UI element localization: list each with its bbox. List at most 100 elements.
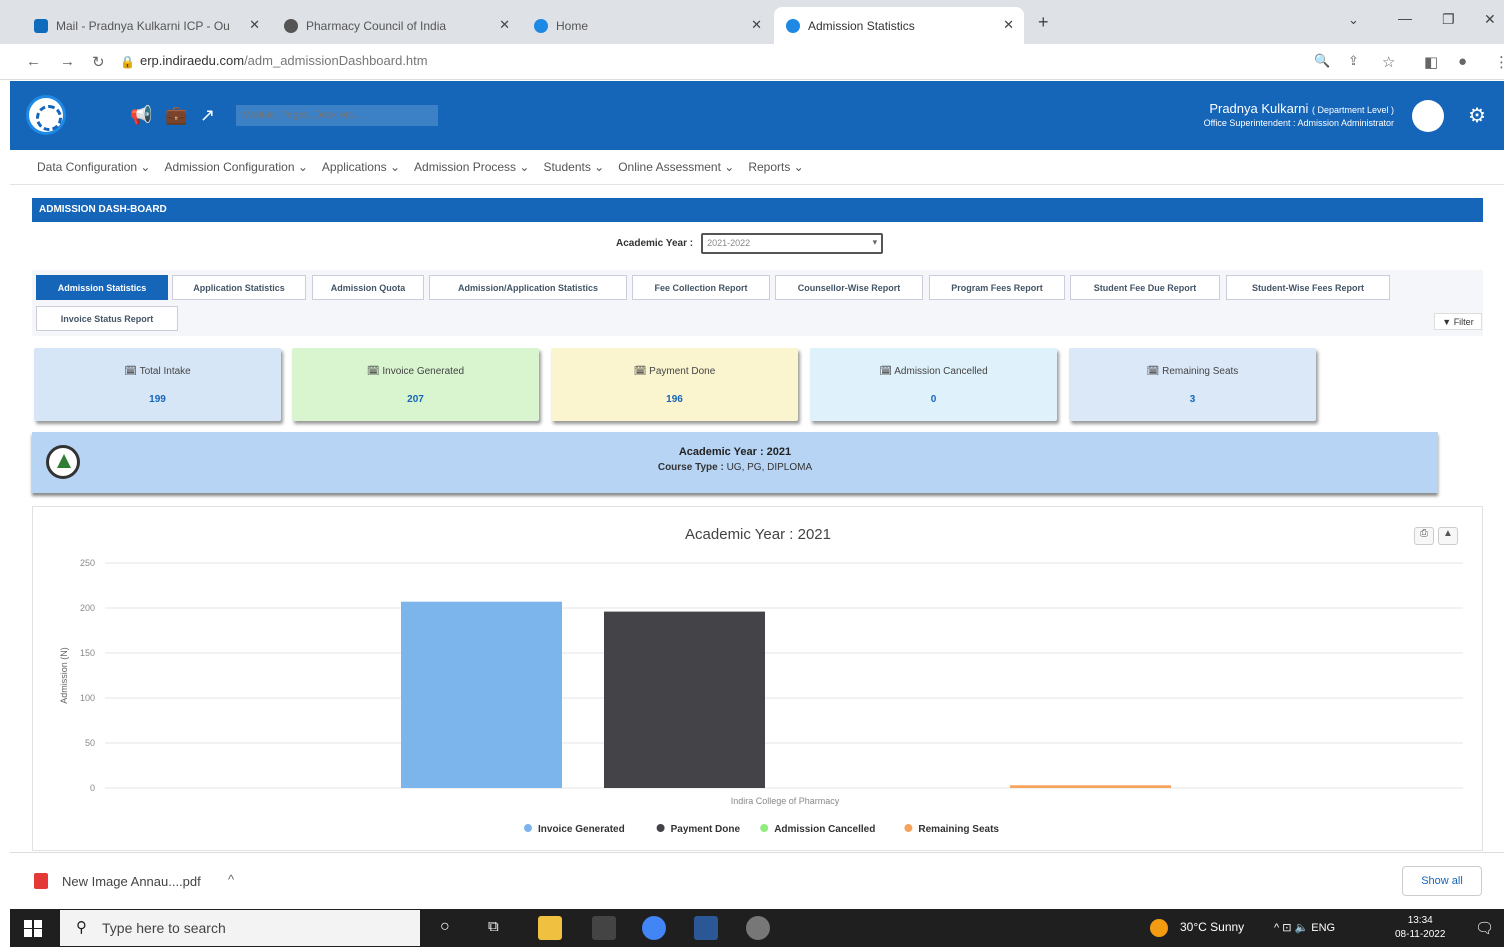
browser-tab-pci[interactable]: Pharmacy Council of India ✕ — [272, 7, 520, 44]
briefcase-icon[interactable]: 💼 — [165, 105, 187, 126]
external-link-icon[interactable]: ↗ — [200, 105, 215, 126]
browser-menu-icon[interactable]: ⋮ — [1494, 53, 1504, 71]
browser-tab-home[interactable]: Home ✕ — [522, 7, 772, 44]
legend-marker — [656, 824, 665, 832]
tab-title: Mail - Pradnya Kulkarni ICP - Ou — [56, 18, 230, 33]
zoom-icon[interactable]: 🔍 — [1314, 53, 1330, 69]
user-level: ( Department Level ) — [1311, 105, 1394, 115]
card-value: 3 — [1189, 394, 1196, 405]
weather-text[interactable]: 30°C Sunny — [1180, 920, 1244, 934]
windows-start-icon[interactable] — [24, 920, 42, 937]
user-name-text: Pradnya Kulkarni — [1209, 101, 1309, 116]
close-icon[interactable]: ✕ — [751, 17, 762, 33]
tab-student-wise-fees-report[interactable]: Student-Wise Fees Report — [1226, 275, 1390, 300]
tab-counsellor-wise-report[interactable]: Counsellor-Wise Report — [775, 275, 923, 300]
app-icon[interactable] — [592, 916, 616, 940]
clock[interactable]: 13:34 08-11-2022 — [1395, 914, 1445, 942]
print-icon[interactable]: ⎙ — [1414, 527, 1434, 545]
legend-label: Payment Done — [671, 824, 741, 835]
browser-tab-mail[interactable]: Mail - Pradnya Kulkarni ICP - Ou ✕ — [22, 7, 270, 44]
legend-marker — [904, 824, 913, 832]
module-search-input[interactable] — [236, 105, 438, 126]
task-view-icon[interactable]: ⧉ — [488, 918, 499, 935]
tab-application-statistics[interactable]: Application Statistics — [172, 275, 306, 300]
lock-icon: 🔒 — [120, 55, 135, 69]
site-icon — [534, 18, 548, 33]
dashboard-title: ADMISSION DASH-BOARD — [32, 198, 1483, 222]
user-role: Office Superintendent : Admission Admini… — [1203, 118, 1394, 128]
menu-students[interactable]: Students ⌄ — [543, 160, 604, 174]
tab-admission-statistics[interactable]: Admission Statistics — [36, 275, 168, 300]
course-type-value: UG, PG, DIPLOMA — [726, 462, 813, 473]
avatar[interactable] — [1412, 100, 1444, 132]
outlook-icon[interactable] — [694, 916, 718, 940]
share-icon[interactable]: ⇪ — [1348, 53, 1359, 69]
notification-icon[interactable]: 🗨 — [1475, 919, 1494, 937]
chrome-icon[interactable] — [642, 916, 666, 940]
browser-tab-admission[interactable]: Admission Statistics ✕ — [774, 7, 1024, 44]
show-all-button[interactable]: Show all — [1402, 866, 1482, 896]
forward-icon[interactable]: → — [60, 53, 75, 70]
y-tick-label: 100 — [80, 693, 95, 703]
legend-marker — [524, 824, 532, 832]
app-logo[interactable] — [26, 95, 66, 135]
close-icon[interactable]: ✕ — [1003, 17, 1014, 33]
y-tick-label: 150 — [80, 648, 95, 658]
mail-icon — [34, 18, 48, 33]
system-tray[interactable]: ^ ⊡ 🔈 ENG — [1274, 921, 1335, 934]
restore-icon[interactable]: ❐ — [1442, 11, 1455, 28]
menu-admission-configuration[interactable]: Admission Configuration ⌄ — [164, 160, 307, 174]
course-type-label: Course Type : — [657, 462, 724, 473]
menu-admission-process[interactable]: Admission Process ⌄ — [414, 160, 529, 174]
clock-time: 13:34 — [1407, 915, 1433, 926]
menu-data-configuration[interactable]: Data Configuration ⌄ — [37, 160, 150, 174]
settings-gear-icon[interactable]: ⚙ — [1468, 103, 1486, 128]
y-tick-label: 50 — [85, 738, 95, 748]
profile-icon[interactable]: ● — [1458, 53, 1467, 70]
tab-search-icon[interactable]: ⌄ — [1348, 12, 1359, 28]
academic-year-select[interactable]: 2021-2022 — [701, 233, 884, 254]
legend-label: Admission Cancelled — [774, 824, 875, 835]
cortana-icon[interactable]: ○ — [440, 918, 450, 936]
tab-admission-application-statistics[interactable]: Admission/Application Statistics — [429, 275, 627, 300]
legend-label: Invoice Generated — [538, 824, 625, 835]
academic-year-label: Academic Year : — [616, 238, 694, 249]
close-icon[interactable]: ✕ — [249, 17, 260, 33]
app-header: 📢 💼 ↗ Pradnya Kulkarni ( Department Leve… — [10, 81, 1504, 150]
tab-fee-collection-report[interactable]: Fee Collection Report — [632, 275, 770, 300]
new-tab-icon[interactable]: + — [1038, 12, 1049, 33]
tab-program-fees-report[interactable]: Program Fees Report — [929, 275, 1065, 300]
minimize-icon[interactable]: — — [1398, 10, 1412, 26]
sidebar-icon[interactable]: ◧ — [1424, 53, 1438, 71]
tab-invoice-status-report[interactable]: Invoice Status Report — [36, 306, 178, 331]
menu-applications[interactable]: Applications ⌄ — [322, 160, 400, 174]
taskbar-search-text: Type here to search — [102, 920, 226, 936]
tab-student-fee-due-report[interactable]: Student Fee Due Report — [1070, 275, 1220, 300]
reload-icon[interactable]: ↻ — [92, 53, 105, 71]
main-menu: Data Configuration ⌄ Admission Configura… — [10, 150, 1504, 185]
url-field[interactable]: erp.indiraedu.com/adm_admissionDashboard… — [140, 53, 428, 68]
taskbar-search-input[interactable]: ⚲ Type here to search — [60, 910, 420, 946]
download-file-name[interactable]: New Image Annau....pdf — [62, 874, 201, 889]
menu-reports[interactable]: Reports ⌄ — [748, 160, 803, 174]
card-value: 196 — [666, 394, 683, 405]
pdf-icon — [34, 873, 48, 889]
back-icon[interactable]: ← — [26, 53, 41, 70]
export-icon[interactable]: ▲ — [1438, 527, 1458, 545]
window-close-icon[interactable]: ✕ — [1484, 11, 1496, 28]
app-icon-2[interactable] — [746, 916, 770, 940]
bar-remaining-seats — [1010, 785, 1171, 788]
bookmark-star-icon[interactable]: ☆ — [1382, 53, 1395, 71]
url-host: erp.indiraedu.com — [140, 53, 245, 68]
chart-title: Academic Year : 2021 — [685, 526, 831, 543]
file-explorer-icon[interactable] — [538, 916, 562, 940]
chevron-up-icon[interactable]: ^ — [228, 872, 234, 887]
info-course-type: Course Type : UG, PG, DIPLOMA — [32, 462, 1438, 473]
card-value: 0 — [930, 394, 937, 405]
close-icon[interactable]: ✕ — [499, 17, 510, 33]
tab-admission-quota[interactable]: Admission Quota — [312, 275, 424, 300]
y-tick-label: 250 — [80, 558, 95, 568]
announcement-icon[interactable]: 📢 — [130, 105, 152, 126]
menu-online-assessment[interactable]: Online Assessment ⌄ — [618, 160, 734, 174]
filter-button[interactable]: ▼ Filter — [1434, 313, 1482, 330]
